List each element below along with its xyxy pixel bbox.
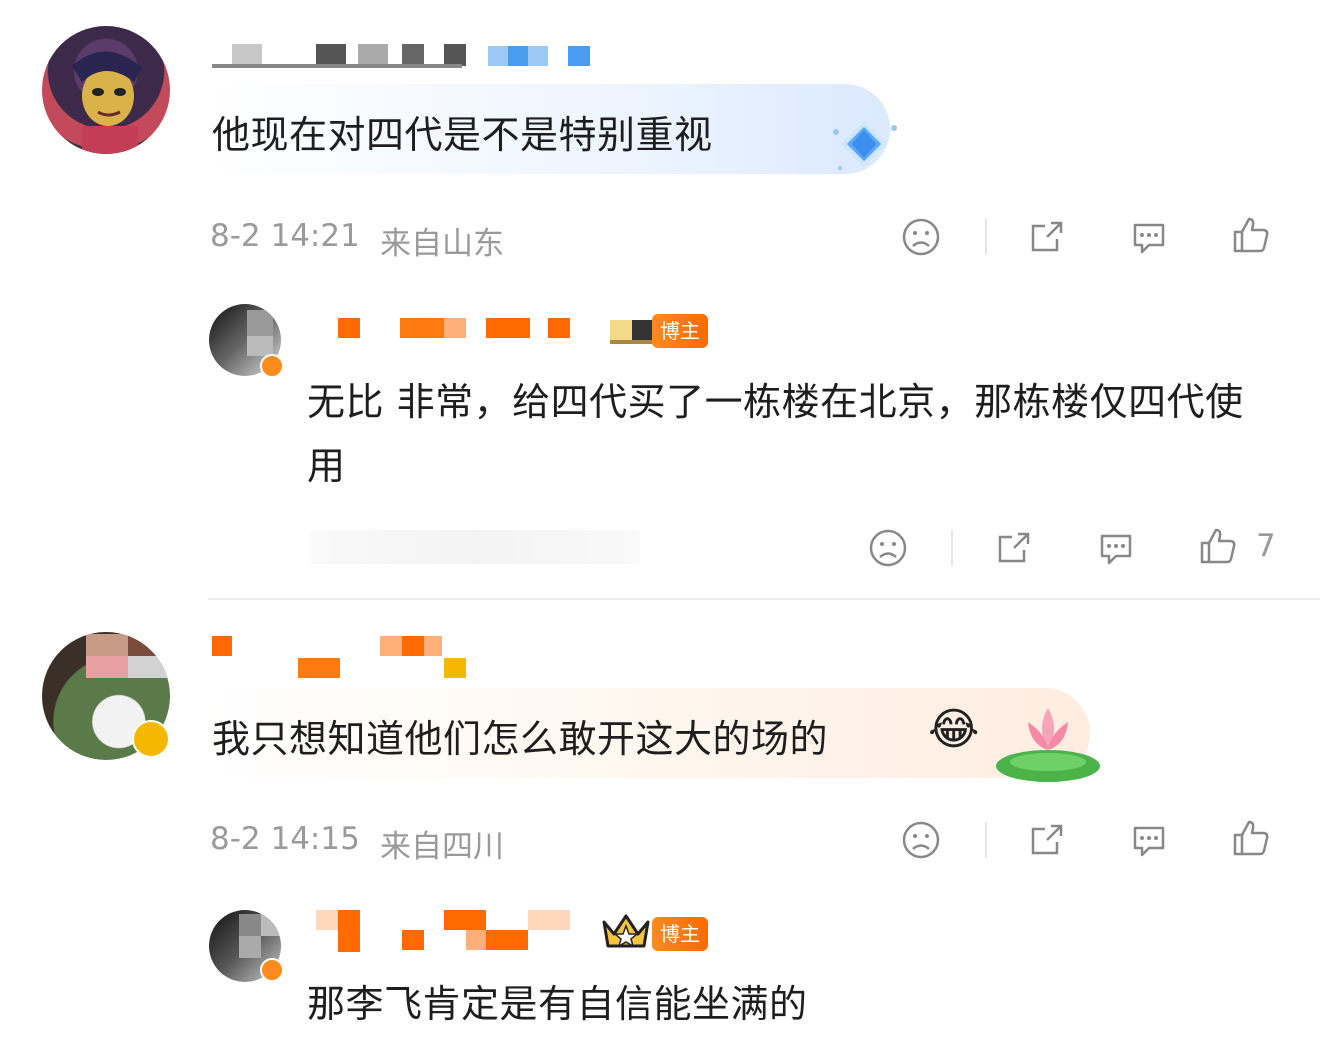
comment-2-username-redacted[interactable] (212, 632, 472, 682)
thumbs-up-icon[interactable] (1231, 818, 1271, 858)
laughing-crying-emoji: 😂 (928, 704, 980, 755)
lotus-decoration-icon (996, 708, 1100, 782)
share-icon[interactable] (1027, 217, 1067, 257)
thumbs-up-icon[interactable] (1198, 526, 1238, 566)
comment-1-username-redacted[interactable] (212, 42, 602, 68)
sad-face-icon[interactable] (868, 528, 908, 568)
comment-1-time: 8-2 14:21 (210, 218, 360, 254)
author-badge: 博主 (652, 314, 708, 348)
reply-1-username-redacted[interactable] (338, 318, 578, 340)
sad-face-icon[interactable] (901, 217, 941, 257)
reply-1-text: 无比 非常，给四代买了一栋楼在北京，那栋楼仅四代使用 (307, 380, 1244, 488)
comment-2-location: 来自四川 (380, 829, 504, 865)
comment-2-time: 8-2 14:15 (210, 821, 360, 857)
comment-icon[interactable] (1129, 217, 1169, 257)
reply-1-meta-blurred (310, 530, 640, 564)
verified-v-icon (132, 720, 170, 758)
comment-2-text: 我只想知道他们怎么敢开这大的场的 (212, 717, 829, 761)
share-icon[interactable] (994, 528, 1034, 568)
verified-v-icon (260, 354, 284, 378)
reply-1: 博主 无比 非常，给四代买了一栋楼在北京，那栋楼仅四代使用 7 (0, 290, 1320, 590)
verified-v-icon (260, 958, 284, 982)
author-badge: 博主 (652, 917, 708, 951)
cartoon-face-icon (72, 51, 142, 154)
comment-icon[interactable] (1096, 528, 1136, 568)
crown-icon (602, 914, 650, 948)
action-separator (985, 219, 987, 255)
comment-1-text: 他现在对四代是不是特别重视 (212, 113, 713, 157)
action-separator (985, 822, 987, 858)
share-icon[interactable] (1027, 820, 1067, 860)
reply-2: 博主 那李飞肯定是有自信能坐满的 (0, 890, 1320, 1053)
comment-icon[interactable] (1129, 820, 1169, 860)
comment-2: 我只想知道他们怎么敢开这大的场的 😂 8-2 14:15 来自四川 (0, 600, 1320, 890)
thumbs-up-icon[interactable] (1231, 215, 1271, 255)
reply-2-text: 那李飞肯定是有自信能坐满的 (307, 982, 808, 1026)
diamond-decoration-icon (833, 121, 897, 170)
reply-2-username-redacted[interactable] (316, 910, 576, 952)
sad-face-icon[interactable] (901, 820, 941, 860)
reply-1-like-count: 7 (1256, 528, 1276, 564)
comment-1: 他现在对四代是不是特别重视 8-2 14:21 来自山东 (0, 0, 1320, 290)
action-separator (951, 530, 953, 566)
comment-1-location: 来自山东 (380, 226, 504, 262)
comment-1-avatar[interactable] (42, 26, 170, 154)
